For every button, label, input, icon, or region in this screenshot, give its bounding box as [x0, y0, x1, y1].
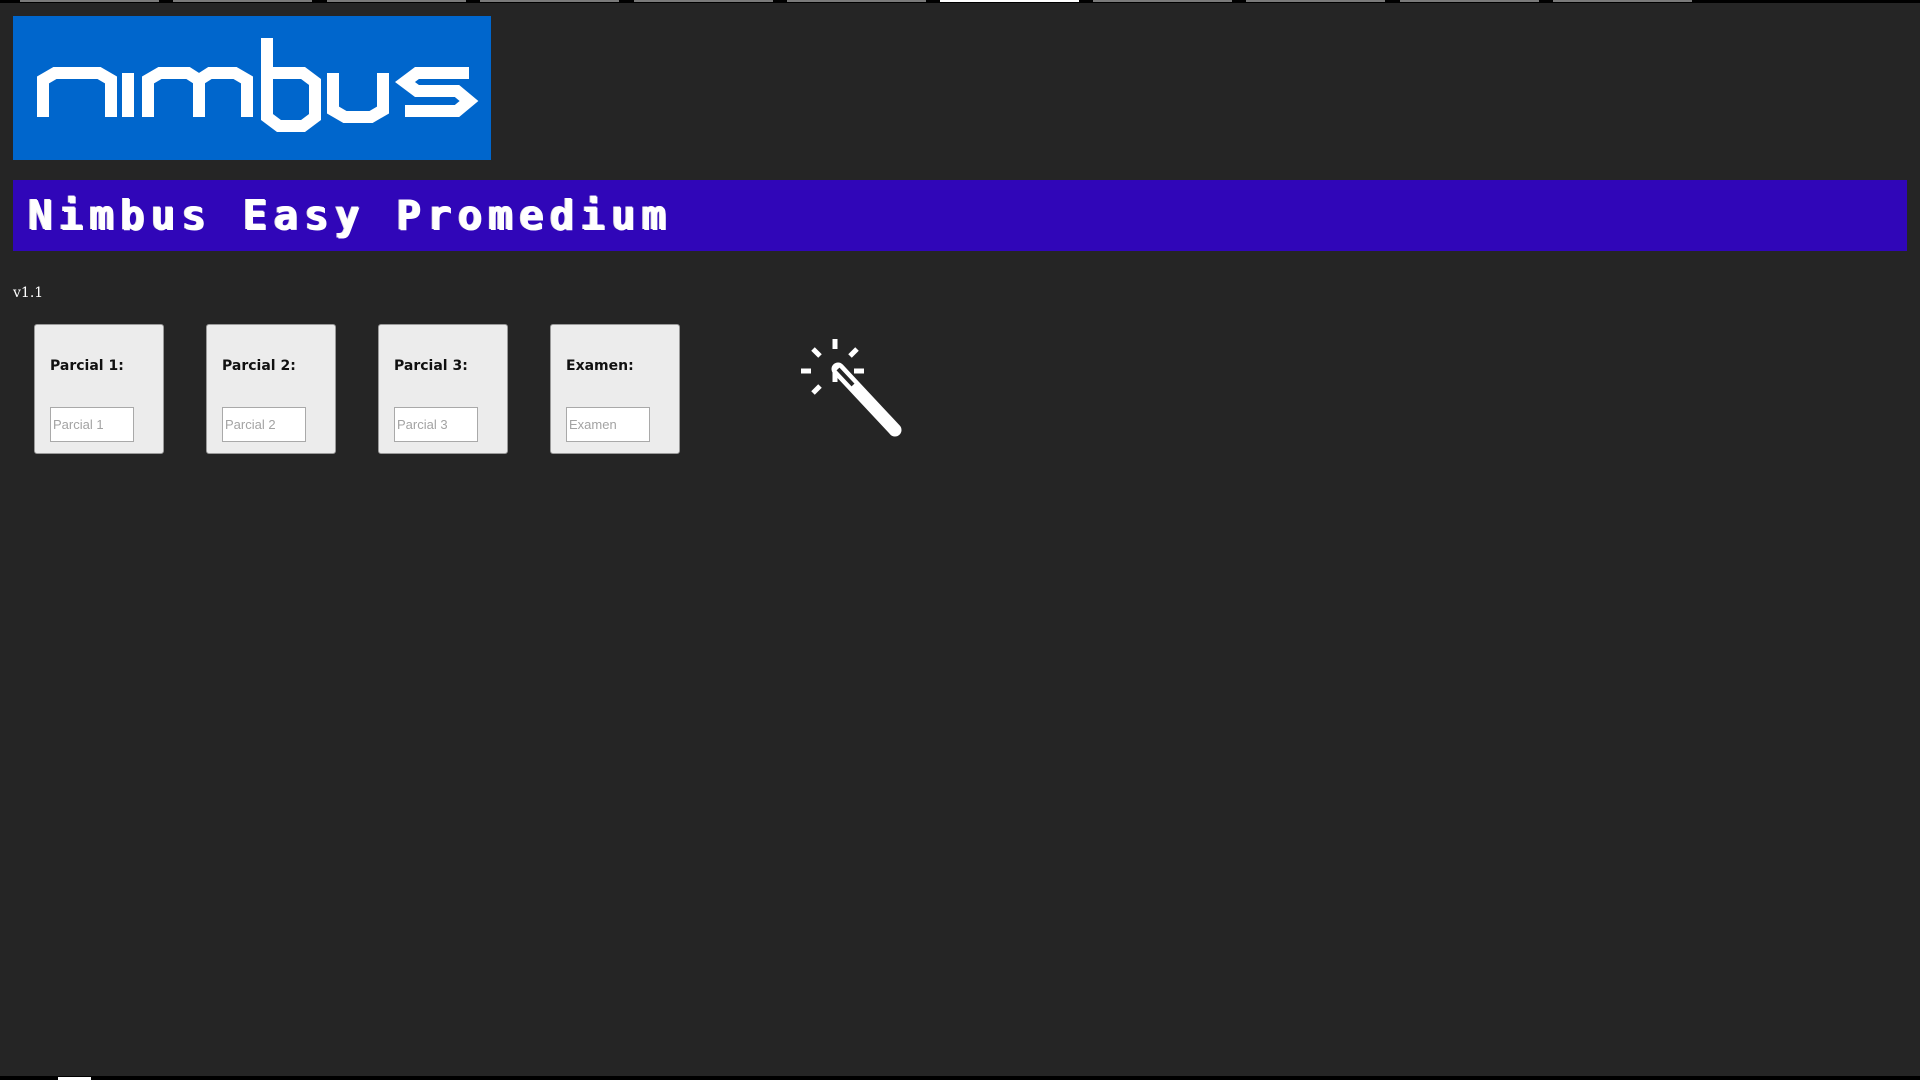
top-tab-indicator: [1553, 0, 1692, 2]
bottom-strip: [0, 1076, 1920, 1080]
examen-input[interactable]: [566, 407, 650, 442]
top-tab-indicator: [173, 0, 312, 2]
title-banner: Nimbus Easy Promedium: [13, 180, 1907, 251]
top-tab-indicator: [20, 0, 159, 2]
nimbus-logo: [13, 16, 491, 160]
parcial-2-input[interactable]: [222, 407, 306, 442]
grade-card-label: Parcial 3:: [394, 358, 468, 374]
grade-card-parcial-2: Parcial 2:: [206, 324, 336, 454]
top-tab-indicator: [1400, 0, 1539, 2]
top-tab-indicator: [480, 0, 619, 2]
grade-card-parcial-1: Parcial 1:: [34, 324, 164, 454]
grade-card-label: Parcial 1:: [50, 358, 124, 374]
parcial-1-input[interactable]: [50, 407, 134, 442]
top-tab-indicator: [1093, 0, 1232, 2]
grade-card-label: Parcial 2:: [222, 358, 296, 374]
magic-wand-icon[interactable]: [796, 335, 906, 445]
grade-card-label: Examen:: [566, 358, 634, 374]
version-label: v1.1: [13, 285, 44, 301]
parcial-3-input[interactable]: [394, 407, 478, 442]
top-tab-indicator: [787, 0, 926, 2]
page-title: Nimbus Easy Promedium: [28, 191, 673, 239]
top-tab-indicator: [1246, 0, 1385, 2]
top-tab-indicator-active: [940, 0, 1079, 2]
grade-card-parcial-3: Parcial 3:: [378, 324, 508, 454]
magic-wand-graphic: [801, 339, 902, 437]
nimbus-logo-mark: [37, 38, 479, 132]
top-tab-strip: [0, 0, 1920, 3]
top-tab-indicator: [327, 0, 466, 2]
top-tab-indicator: [634, 0, 773, 2]
grade-card-examen: Examen:: [550, 324, 680, 454]
